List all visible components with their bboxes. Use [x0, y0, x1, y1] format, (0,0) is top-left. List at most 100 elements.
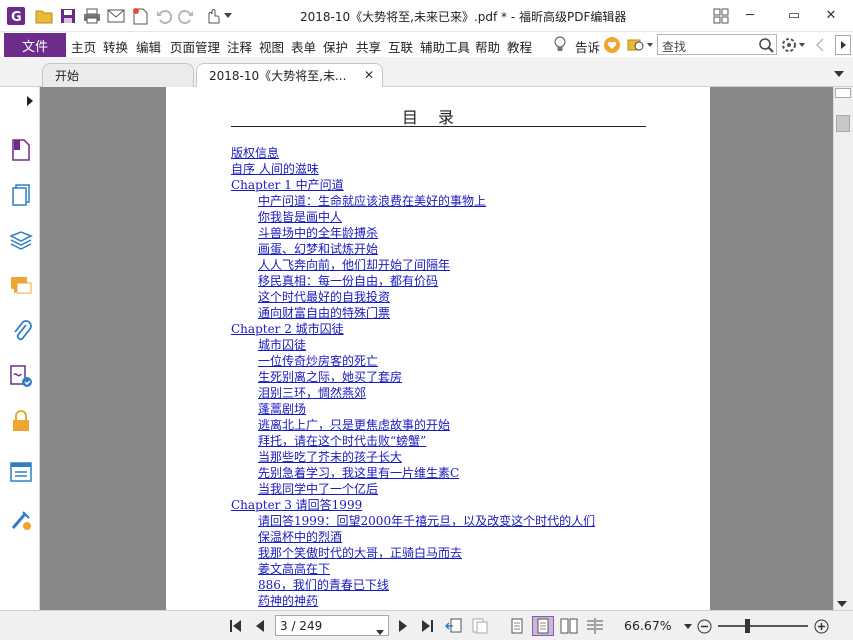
single-page-view-icon[interactable] [508, 616, 526, 636]
menu-connect[interactable]: 互联 [388, 37, 413, 56]
menu-protect[interactable]: 保护 [323, 37, 348, 56]
feedback-heart-icon[interactable] [603, 36, 621, 54]
toc-section-link[interactable]: 保温杯中的烈酒 [231, 529, 595, 545]
zoom-out-icon[interactable] [696, 616, 712, 636]
zoom-level[interactable]: 66.67% [624, 618, 672, 633]
toc-section-link[interactable]: 逃离北上广，只是更焦虑故事的开始 [231, 417, 595, 433]
content-panel-icon[interactable] [8, 459, 34, 485]
menu-page-management[interactable]: 页面管理 [170, 37, 220, 56]
expand-panel-icon[interactable] [26, 95, 34, 109]
close-tab-icon[interactable]: ✕ [364, 68, 374, 82]
menu-share[interactable]: 共享 [356, 37, 381, 56]
attachments-icon[interactable] [8, 318, 34, 344]
toc-section-link[interactable]: 当我同学中了一个亿后 [231, 481, 595, 497]
menu-convert[interactable]: 转换 [103, 37, 128, 56]
menu-comment[interactable]: 注释 [227, 37, 252, 56]
scroll-down-arrow-icon[interactable] [837, 597, 847, 611]
menu-view[interactable]: 视图 [259, 37, 284, 56]
find-dropdown-icon[interactable] [627, 37, 655, 53]
scrollbar-thumb[interactable] [836, 115, 850, 132]
document-viewport[interactable]: 目录 版权信息 自序 人间的滋味 Chapter 1 中产问道 中产问道：生命就应该浪… [40, 87, 833, 610]
toc-section-link[interactable]: 先别急着学习，我这里有一片维生素C [231, 465, 595, 481]
toc-section-link[interactable]: 生死别离之际，她买了套房 [231, 369, 595, 385]
continuous-view-icon[interactable] [532, 616, 554, 636]
toc-chapter-link[interactable]: 自序 人间的滋味 [231, 161, 595, 177]
comments-icon[interactable] [8, 273, 34, 299]
toc-section-link[interactable]: 姜文高高在下 [231, 561, 595, 577]
toc-section-link[interactable]: 中产问道：生命就应该浪费在美好的事物上 [231, 193, 595, 209]
chevron-right-button[interactable] [835, 35, 851, 55]
toc-section-link[interactable]: 人人飞奔向前，他们却开始了间隔年 [231, 257, 595, 273]
toc-chapter-link[interactable]: Chapter 1 中产问道 [231, 177, 595, 193]
first-page-icon[interactable] [228, 616, 244, 636]
toc-section-link[interactable]: 拜托，请在这个时代击败“螃蟹” [231, 433, 595, 449]
toc-section-link[interactable]: 请回答1999：回望2000年千禧元旦，以及改变这个时代的人们 [231, 513, 595, 529]
print-icon[interactable] [82, 6, 102, 26]
destinations-icon[interactable] [8, 507, 34, 533]
menu-help[interactable]: 帮助 [475, 37, 500, 56]
toc-section-link[interactable]: 通向财富自由的特殊门票 [231, 305, 595, 321]
zoom-in-icon[interactable] [813, 616, 829, 636]
tab-start[interactable]: 开始 [42, 63, 194, 87]
page-number-input[interactable]: 3 / 249 [275, 615, 389, 636]
layers-icon[interactable] [8, 228, 34, 254]
page-dropdown-icon[interactable] [376, 624, 384, 638]
toc-section-link[interactable]: 斗兽场中的全年龄搏杀 [231, 225, 595, 241]
last-page-icon[interactable] [418, 616, 436, 636]
tab-list-dropdown-icon[interactable] [834, 67, 844, 81]
previous-page-icon[interactable] [252, 616, 268, 636]
tab-document[interactable]: 2018-10《大势将至,未... ✕ [196, 63, 383, 87]
close-window-button[interactable]: ✕ [816, 4, 846, 26]
toc-section-link[interactable]: 泪别三环，惆然燕郊 [231, 385, 595, 401]
menu-tutorial[interactable]: 教程 [507, 37, 532, 56]
minimize-button[interactable]: ─ [735, 4, 765, 26]
chevron-left-icon[interactable] [815, 37, 825, 53]
menu-form[interactable]: 表单 [291, 37, 316, 56]
new-document-icon[interactable] [130, 6, 150, 26]
toc-chapter-link[interactable]: 版权信息 [231, 145, 595, 161]
zoom-slider-handle[interactable] [745, 619, 750, 633]
toc-chapter-link[interactable]: Chapter 3 请回答1999 [231, 497, 595, 513]
toc-section-link[interactable]: 886，我们的青春已下线 [231, 577, 595, 593]
open-folder-icon[interactable] [34, 6, 54, 26]
restore-button[interactable]: ▭ [779, 4, 809, 26]
tell-me-label[interactable]: 告诉 [575, 37, 600, 56]
zoom-dropdown-icon[interactable] [683, 616, 693, 636]
gear-icon[interactable] [781, 36, 807, 54]
toc-section-link[interactable]: 画蛋、幻梦和试炼开始 [231, 241, 595, 257]
layout-grid-icon[interactable] [711, 6, 731, 26]
toc-section-link[interactable]: 这个时代最好的自我投资 [231, 289, 595, 305]
chevron-down-icon[interactable] [222, 6, 234, 26]
hand-tool-icon[interactable] [202, 6, 222, 26]
continuous-facing-view-icon[interactable] [584, 616, 606, 636]
toc-section-link[interactable]: 你我皆是画中人 [231, 209, 595, 225]
lightbulb-icon[interactable] [553, 36, 569, 54]
menu-edit[interactable]: 编辑 [136, 37, 161, 56]
lock-icon[interactable] [8, 408, 34, 434]
search-input[interactable]: 查找 [657, 34, 777, 55]
toc-section-link[interactable]: 城市囚徒 [231, 337, 595, 353]
toc-section-link[interactable]: 蓬蒿剧场 [231, 401, 595, 417]
app-logo-icon[interactable]: G [6, 6, 26, 26]
signature-icon[interactable] [8, 363, 34, 389]
bookmarks-icon[interactable] [8, 137, 34, 163]
toc-section-link[interactable]: 我那个笑傲时代的大哥，正骑白马而去 [231, 545, 595, 561]
redo-icon[interactable] [176, 6, 196, 26]
save-icon[interactable] [58, 6, 78, 26]
facing-view-icon[interactable] [558, 616, 580, 636]
toc-chapter-link[interactable]: Chapter 2 城市囚徒 [231, 321, 595, 337]
next-view-icon[interactable] [470, 616, 490, 636]
page-thumbnails-icon[interactable] [8, 182, 34, 208]
vertical-scrollbar[interactable] [833, 87, 853, 610]
file-menu-button[interactable]: 文件 [4, 33, 66, 57]
zoom-slider-track[interactable] [718, 625, 808, 627]
toc-section-link[interactable]: 移民真相：每一份自由，都有价码 [231, 273, 595, 289]
next-page-icon[interactable] [396, 616, 410, 636]
scroll-up-arrow-icon[interactable] [835, 88, 851, 98]
previous-view-icon[interactable] [444, 616, 464, 636]
toc-section-link[interactable]: 当那些吃了芥末的孩子长大 [231, 449, 595, 465]
toc-section-link[interactable]: 药神的神药 [231, 593, 595, 609]
menu-home[interactable]: 主页 [71, 37, 96, 56]
toc-section-link[interactable]: 一位传奇炒房客的死亡 [231, 353, 595, 369]
email-icon[interactable] [106, 6, 126, 26]
